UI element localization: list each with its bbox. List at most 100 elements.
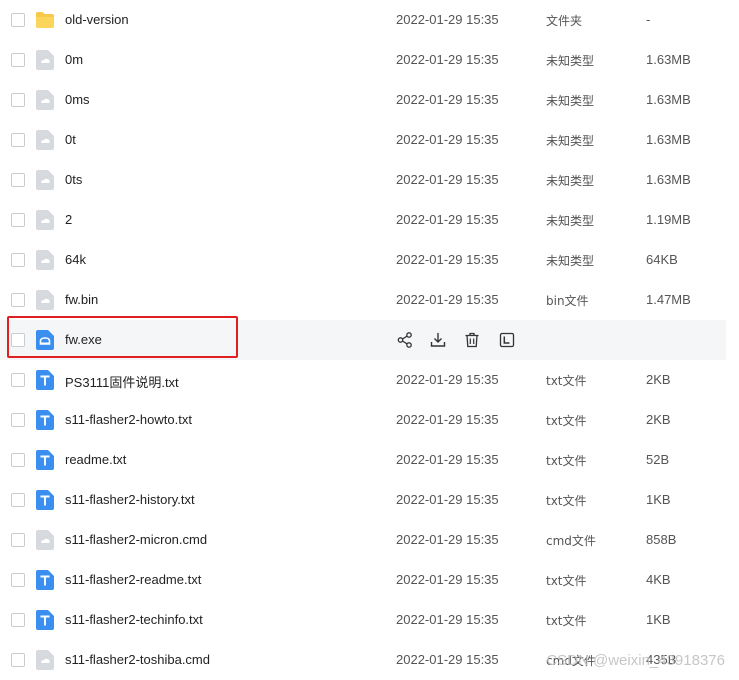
file-row[interactable]: s11-flasher2-readme.txt 2022-01-29 15:35… [0, 560, 726, 600]
file-name[interactable]: old-version [65, 12, 129, 27]
row-checkbox[interactable] [11, 373, 25, 387]
file-name[interactable]: s11-flasher2-techinfo.txt [65, 612, 203, 627]
file-size: 1.63MB [646, 132, 691, 147]
file-type: cmd文件 [546, 534, 596, 548]
file-row[interactable]: PS3111固件说明.txt 2022-01-29 15:35 txt文件 2K… [0, 360, 726, 400]
file-date: 2022-01-29 15:35 [396, 172, 499, 187]
file-size: - [646, 12, 651, 27]
file-date: 2022-01-29 15:35 [396, 92, 499, 107]
file-name[interactable]: readme.txt [65, 452, 126, 467]
delete-icon[interactable] [463, 331, 481, 349]
text-file-icon [36, 610, 54, 630]
row-checkbox[interactable] [11, 533, 25, 547]
file-name[interactable]: s11-flasher2-history.txt [65, 492, 195, 507]
unknown-file-icon [36, 530, 54, 550]
row-checkbox[interactable] [11, 613, 25, 627]
file-size: 1.63MB [646, 92, 691, 107]
file-type: txt文件 [546, 454, 587, 468]
open-with-icon[interactable] [498, 331, 516, 349]
file-size: 1.63MB [646, 172, 691, 187]
file-type: txt文件 [546, 574, 587, 588]
file-name[interactable]: s11-flasher2-toshiba.cmd [65, 652, 210, 667]
unknown-file-icon [36, 90, 54, 110]
unknown-file-icon [36, 210, 54, 230]
row-checkbox[interactable] [11, 133, 25, 147]
highlight-box [7, 316, 238, 358]
file-size: 52B [646, 452, 670, 467]
file-row[interactable]: 0ms 2022-01-29 15:35 未知类型 1.63MB [0, 80, 726, 120]
unknown-file-icon [36, 170, 54, 190]
share-icon[interactable] [396, 331, 414, 349]
file-name[interactable]: 64k [65, 252, 86, 267]
file-date: 2022-01-29 15:35 [396, 212, 499, 227]
unknown-file-icon [36, 130, 54, 150]
file-row[interactable]: 64k 2022-01-29 15:35 未知类型 64KB [0, 240, 726, 280]
file-name[interactable]: s11-flasher2-readme.txt [65, 572, 201, 587]
file-size: 1.63MB [646, 52, 691, 67]
file-date: 2022-01-29 15:35 [396, 252, 499, 267]
text-file-icon [36, 370, 54, 390]
file-name[interactable]: s11-flasher2-howto.txt [65, 412, 192, 427]
unknown-file-icon [36, 650, 54, 670]
file-row[interactable]: old-version 2022-01-29 15:35 文件夹 - [0, 0, 726, 40]
file-type: 未知类型 [546, 54, 595, 68]
file-row[interactable]: 0ts 2022-01-29 15:35 未知类型 1.63MB [0, 160, 726, 200]
file-name[interactable]: PS3111固件说明.txt [65, 372, 179, 391]
row-checkbox[interactable] [11, 573, 25, 587]
file-size: 1.19MB [646, 212, 691, 227]
file-row[interactable]: s11-flasher2-history.txt 2022-01-29 15:3… [0, 480, 726, 520]
file-size: 1KB [646, 612, 671, 627]
file-name[interactable]: 0ms [65, 92, 90, 107]
file-row[interactable]: 2 2022-01-29 15:35 未知类型 1.19MB [0, 200, 726, 240]
row-checkbox[interactable] [11, 653, 25, 667]
row-checkbox[interactable] [11, 53, 25, 67]
file-type: bin文件 [546, 294, 589, 308]
row-checkbox[interactable] [11, 413, 25, 427]
row-checkbox[interactable] [11, 293, 25, 307]
file-row[interactable]: s11-flasher2-techinfo.txt 2022-01-29 15:… [0, 600, 726, 640]
unknown-file-icon [36, 290, 54, 310]
file-type: 未知类型 [546, 214, 595, 228]
file-row[interactable]: s11-flasher2-micron.cmd 2022-01-29 15:35… [0, 520, 726, 560]
file-date: 2022-01-29 15:35 [396, 132, 499, 147]
row-checkbox[interactable] [11, 13, 25, 27]
file-type: 未知类型 [546, 254, 595, 268]
file-size: 4KB [646, 572, 671, 587]
file-row[interactable]: 0t 2022-01-29 15:35 未知类型 1.63MB [0, 120, 726, 160]
row-checkbox[interactable] [11, 253, 25, 267]
file-name[interactable]: s11-flasher2-micron.cmd [65, 532, 207, 547]
file-size: 2KB [646, 412, 671, 427]
row-checkbox[interactable] [11, 493, 25, 507]
row-checkbox[interactable] [11, 213, 25, 227]
file-date: 2022-01-29 15:35 [396, 652, 499, 667]
text-file-icon [36, 410, 54, 430]
file-date: 2022-01-29 15:35 [396, 572, 499, 587]
row-checkbox[interactable] [11, 173, 25, 187]
file-row[interactable]: fw.bin 2022-01-29 15:35 bin文件 1.47MB [0, 280, 726, 320]
file-row[interactable]: 0m 2022-01-29 15:35 未知类型 1.63MB [0, 40, 726, 80]
file-size: 1KB [646, 492, 671, 507]
file-type: txt文件 [546, 494, 587, 508]
file-name[interactable]: fw.bin [65, 292, 98, 307]
file-type: txt文件 [546, 614, 587, 628]
download-icon[interactable] [429, 331, 447, 349]
file-date: 2022-01-29 15:35 [396, 532, 499, 547]
text-file-icon [36, 450, 54, 470]
file-name[interactable]: 0t [65, 132, 76, 147]
file-name[interactable]: 0m [65, 52, 83, 67]
file-size: 858B [646, 532, 677, 547]
file-name[interactable]: 2 [65, 212, 72, 227]
file-row[interactable]: readme.txt 2022-01-29 15:35 txt文件 52B [0, 440, 726, 480]
file-date: 2022-01-29 15:35 [396, 492, 499, 507]
file-date: 2022-01-29 15:35 [396, 292, 499, 307]
file-row[interactable]: s11-flasher2-howto.txt 2022-01-29 15:35 … [0, 400, 726, 440]
row-checkbox[interactable] [11, 453, 25, 467]
file-type: 文件夹 [546, 14, 583, 28]
file-type: 未知类型 [546, 134, 595, 148]
file-size: 1.47MB [646, 292, 691, 307]
file-name[interactable]: 0ts [65, 172, 82, 187]
file-date: 2022-01-29 15:35 [396, 52, 499, 67]
file-type: txt文件 [546, 374, 587, 388]
file-type: 未知类型 [546, 94, 595, 108]
row-checkbox[interactable] [11, 93, 25, 107]
